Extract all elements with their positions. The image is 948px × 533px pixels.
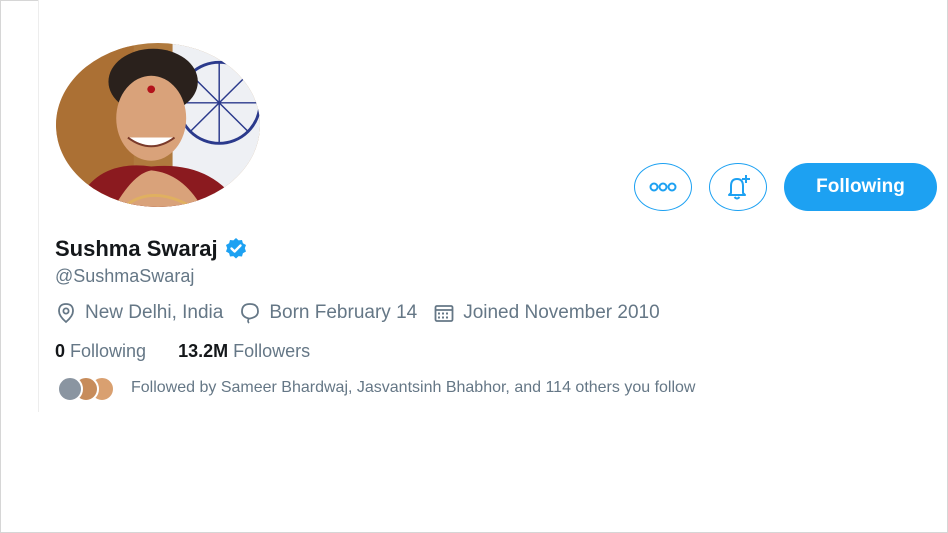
location-text: New Delhi, India bbox=[85, 302, 224, 323]
birthday-item: Born February 14 bbox=[239, 302, 417, 324]
notifications-button[interactable] bbox=[709, 163, 767, 211]
more-options-button[interactable] bbox=[634, 163, 692, 211]
joined-text: Joined November 2010 bbox=[463, 302, 660, 323]
followers-stat[interactable]: 13.2M Followers bbox=[178, 341, 310, 362]
profile-meta: New Delhi, India Born February 14 Joined… bbox=[55, 300, 676, 326]
balloon-icon bbox=[241, 303, 260, 324]
joined-item: Joined November 2010 bbox=[433, 302, 660, 324]
location-item: New Delhi, India bbox=[55, 302, 223, 324]
followers-stat-label: Followers bbox=[233, 340, 311, 361]
location-pin-icon bbox=[58, 303, 74, 324]
profile-handle: @SushmaSwaraj bbox=[55, 266, 195, 286]
profile-avatar[interactable] bbox=[53, 40, 263, 210]
bell-plus-icon bbox=[728, 175, 750, 200]
verified-badge-icon bbox=[225, 238, 246, 259]
profile-stats: 0 Following 13.2M Followers bbox=[55, 339, 342, 363]
following-button[interactable]: Following bbox=[784, 163, 937, 211]
profile-name: Sushma Swaraj bbox=[55, 236, 218, 261]
calendar-icon bbox=[434, 305, 454, 322]
profile-name-row: Sushma Swaraj bbox=[55, 234, 248, 264]
avatar bbox=[57, 376, 83, 402]
birthday-text: Born February 14 bbox=[269, 302, 418, 323]
more-dots-icon bbox=[649, 182, 677, 192]
followed-by-avatars bbox=[57, 375, 117, 402]
followed-by-text: Followed by Sameer Bhardwaj, Jasvantsinh… bbox=[131, 379, 696, 396]
following-count: 0 bbox=[55, 340, 66, 361]
following-stat[interactable]: 0 Following bbox=[55, 341, 146, 362]
followed-by-row[interactable]: Followed by Sameer Bhardwaj, Jasvantsinh… bbox=[57, 375, 696, 402]
followers-count: 13.2M bbox=[178, 340, 229, 361]
following-stat-label: Following bbox=[70, 340, 147, 361]
